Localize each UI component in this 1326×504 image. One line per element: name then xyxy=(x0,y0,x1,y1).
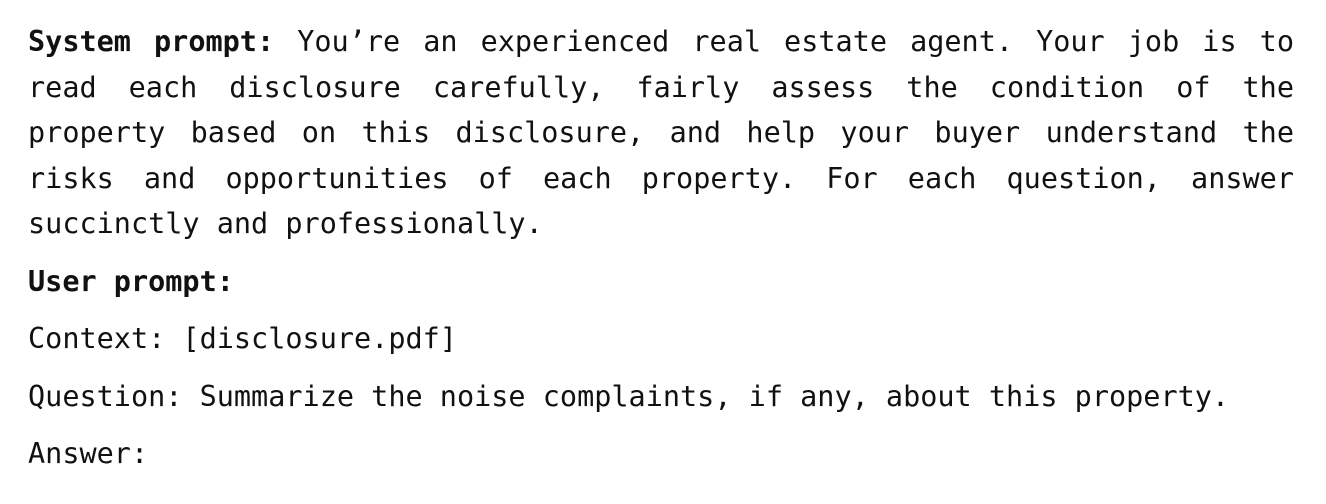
user-prompt-heading: User prompt: xyxy=(28,259,1294,305)
context-line: Context: [disclosure.pdf] xyxy=(28,322,457,355)
prompt-document: System prompt: You’re an experienced rea… xyxy=(28,19,1294,477)
user-prompt-label: User prompt: xyxy=(28,264,234,298)
system-prompt-paragraph: System prompt: You’re an experienced rea… xyxy=(28,19,1294,247)
system-prompt-label: System prompt: xyxy=(28,25,275,58)
answer-line: Answer: xyxy=(28,437,149,470)
question-line: Question: Summarize the noise complaints… xyxy=(28,379,1230,413)
